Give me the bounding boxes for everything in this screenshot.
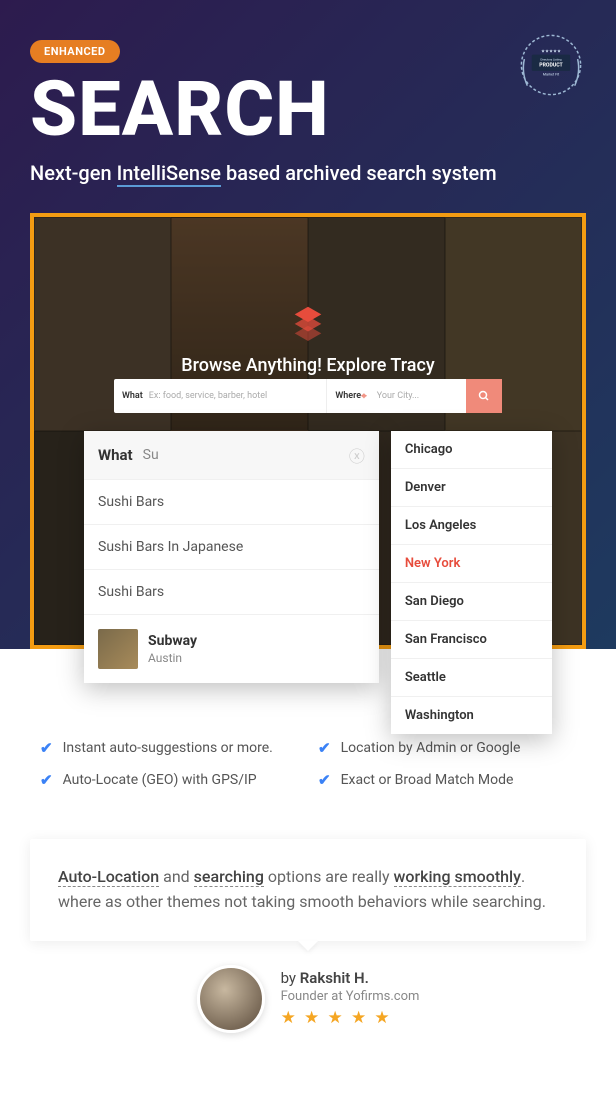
author-name: by Rakshit H.	[281, 969, 420, 987]
search-what-placeholder: Ex: food, service, barber, hotel	[149, 391, 267, 401]
location-pin-icon: ⌖	[361, 391, 367, 402]
city-option-active[interactable]: New York	[391, 545, 552, 583]
check-icon: ✔	[40, 771, 53, 789]
hero-section: ENHANCED ★★★★★ Directory Listing PRODUCT…	[0, 0, 616, 649]
city-option[interactable]: Washington	[391, 697, 552, 734]
suggestion-item[interactable]: Sushi Bars In Japanese	[84, 524, 379, 569]
what-dropdown-query[interactable]: Su	[143, 447, 349, 463]
city-option[interactable]: San Diego	[391, 583, 552, 621]
city-option[interactable]: Chicago	[391, 431, 552, 469]
demo-frame: Browse Anything! Explore Tracy What Ex: …	[30, 213, 586, 649]
search-bar: What Ex: food, service, barber, hotel Wh…	[114, 379, 502, 413]
suggestion-item-rich[interactable]: Subway Austin	[84, 614, 379, 683]
city-option[interactable]: Los Angeles	[391, 507, 552, 545]
product-badge: ★★★★★ Directory Listing PRODUCT Market F…	[514, 28, 588, 102]
city-option[interactable]: Denver	[391, 469, 552, 507]
svg-text:Directory Listing: Directory Listing	[540, 58, 562, 62]
suggestion-title: Subway	[148, 633, 197, 649]
feature-item: ✔Auto-Locate (GEO) with GPS/IP	[40, 771, 298, 789]
svg-text:★★★★★: ★★★★★	[541, 49, 561, 54]
enhanced-badge: ENHANCED	[30, 40, 120, 63]
avatar	[197, 965, 265, 1033]
search-where-placeholder: Your City...	[377, 391, 419, 401]
author-role: Founder at Yofirms.com	[281, 989, 420, 1004]
subtitle: Next-gen IntelliSense based archived sea…	[30, 161, 586, 185]
suggestion-subtitle: Austin	[148, 651, 197, 665]
clear-icon[interactable]: ⓧ	[349, 443, 365, 467]
suggestion-thumbnail	[98, 629, 138, 669]
suggestion-item[interactable]: Sushi Bars	[84, 479, 379, 524]
intellisense-highlight: IntelliSense	[117, 161, 221, 187]
feature-item: ✔Location by Admin or Google	[318, 739, 576, 757]
testimonial-text: Auto-Location and searching options are …	[58, 865, 558, 915]
star-rating: ★ ★ ★ ★ ★	[281, 1008, 420, 1028]
city-option[interactable]: San Francisco	[391, 621, 552, 659]
feature-item: ✔Exact or Broad Match Mode	[318, 771, 576, 789]
check-icon: ✔	[40, 739, 53, 757]
city-option[interactable]: Seattle	[391, 659, 552, 697]
testimonial-card: Auto-Location and searching options are …	[30, 839, 586, 941]
check-icon: ✔	[318, 739, 331, 757]
what-dropdown-label: What	[98, 446, 133, 464]
check-icon: ✔	[318, 771, 331, 789]
suggestion-item[interactable]: Sushi Bars	[84, 569, 379, 614]
svg-text:Market Fit: Market Fit	[543, 72, 560, 76]
page-title: SEARCH	[30, 71, 586, 147]
search-submit-button[interactable]	[466, 379, 502, 413]
what-dropdown: What Su ⓧ Sushi Bars Sushi Bars In Japan…	[84, 431, 379, 683]
svg-text:PRODUCT: PRODUCT	[539, 62, 563, 68]
search-what-field[interactable]: What Ex: food, service, barber, hotel	[114, 379, 326, 413]
search-where-field[interactable]: Where ⌖ Your City...	[326, 379, 466, 413]
where-dropdown: Chicago Denver Los Angeles New York San …	[391, 431, 552, 734]
app-logo-icon	[289, 303, 327, 341]
feature-item: ✔Instant auto-suggestions or more.	[40, 739, 298, 757]
browse-heading: Browse Anything! Explore Tracy	[34, 355, 582, 376]
author-block: by Rakshit H. Founder at Yofirms.com ★ ★…	[0, 941, 616, 1073]
